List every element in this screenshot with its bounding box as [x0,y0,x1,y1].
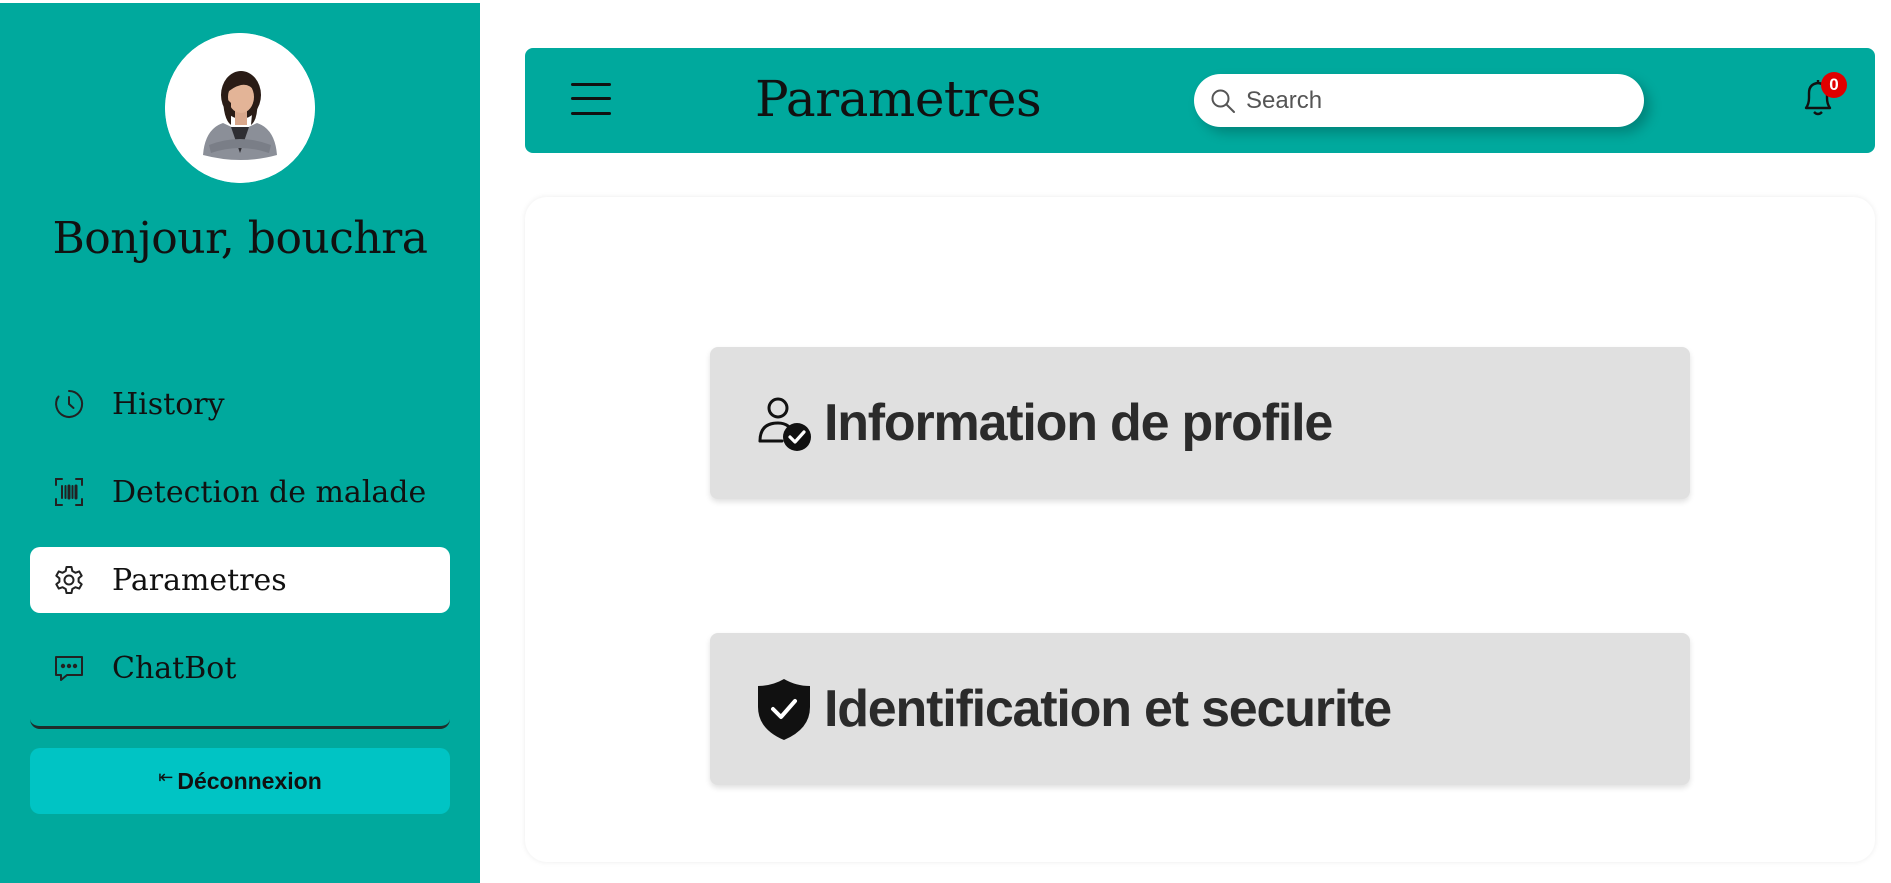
search-bar[interactable] [1194,74,1644,127]
profile-information-option[interactable]: Information de profile [710,347,1690,499]
barcode-scan-icon [52,475,86,509]
search-icon [1211,89,1235,113]
option-label: Identification et securite [824,680,1392,738]
identification-security-option[interactable]: Identification et securite [710,633,1690,785]
sidebar-item-chatbot[interactable]: ChatBot [30,635,450,701]
hamburger-menu-icon[interactable] [571,81,611,117]
avatar[interactable] [165,33,315,183]
top-bar: Parametres 0 [525,48,1875,153]
search-input[interactable] [1246,86,1626,115]
sidebar: Bonjour, bouchra History Detection de ma… [0,3,480,883]
option-label: Information de profile [824,394,1333,452]
sidebar-nav: History Detection de malade Parametres C… [30,371,450,723]
sidebar-item-history[interactable]: History [30,371,450,437]
shield-check-icon [752,677,816,741]
sidebar-item-parametres[interactable]: Parametres [30,547,450,613]
greeting: Bonjour, bouchra [52,213,428,264]
sidebar-item-label: ChatBot [112,650,237,686]
logout-arrow-icon: ⇤ [158,766,174,787]
avatar-image [165,33,315,183]
sidebar-item-label: Parametres [112,562,287,598]
user-check-icon [752,391,816,455]
chat-message-icon [52,651,86,685]
sidebar-item-label: History [112,386,225,422]
settings-panel: Information de profile Identification et… [525,197,1875,862]
logout-button[interactable]: ⇤ Déconnexion [30,748,450,814]
logout-label: Déconnexion [177,767,322,794]
page-title: Parametres [755,70,1042,128]
sidebar-item-detection[interactable]: Detection de malade [30,459,450,525]
sidebar-item-label: Detection de malade [112,474,427,510]
nav-divider [30,717,450,729]
gear-icon [52,563,86,597]
notification-badge: 0 [1821,72,1847,98]
history-icon [52,387,86,421]
